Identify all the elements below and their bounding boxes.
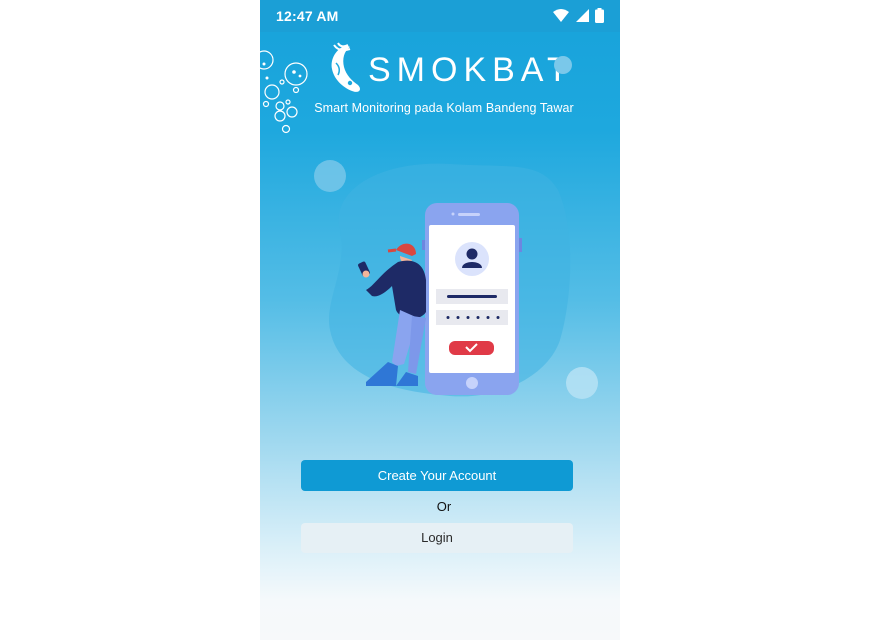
login-button[interactable]: Login xyxy=(301,523,573,553)
status-time: 12:47 AM xyxy=(276,8,339,24)
battery-icon xyxy=(595,8,604,23)
person-login-phone-illustration xyxy=(314,160,598,399)
or-separator: Or xyxy=(436,499,452,514)
tagline: Smart Monitoring pada Kolam Bandeng Tawa… xyxy=(314,101,574,115)
status-icons xyxy=(553,8,604,23)
logo: SMOKBAT xyxy=(326,40,574,100)
wifi-icon xyxy=(553,8,569,22)
bubbles-decoration xyxy=(260,50,308,134)
status-bar: 12:47 AM xyxy=(260,0,620,32)
signal-icon xyxy=(576,8,589,22)
phone-screen: 12:47 AM SMOKBAT Smart Monitoring pada K… xyxy=(260,0,620,640)
fish-logo-icon xyxy=(331,42,360,92)
create-account-button[interactable]: Create Your Account xyxy=(301,460,573,491)
bubble-dot xyxy=(554,56,572,74)
app-name: SMOKBAT xyxy=(368,50,574,89)
